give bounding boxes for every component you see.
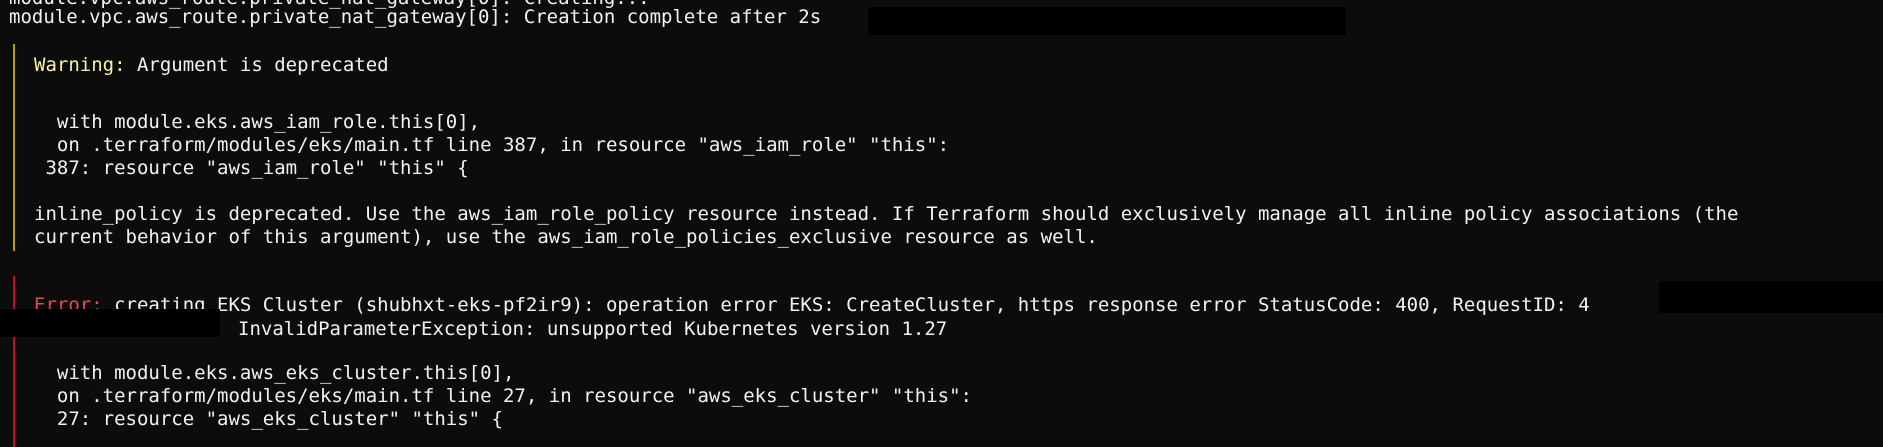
warning-title: Argument is deprecated [125,54,389,76]
error-code-line: 27: resource "aws_eks_cluster" "this" { [34,408,503,430]
warning-title-line: Warning: Argument is deprecated [34,54,389,77]
error-bar [13,276,15,447]
warning-detail-line-2: current behavior of this argument), use … [34,226,1098,248]
error-message-line-2: InvalidParameterException: unsupported K… [238,318,948,340]
warning-with-line: with module.eks.aws_iam_role.this[0], [34,111,481,133]
warning-label: Warning: [34,54,126,76]
log-line-creation-complete: module.vpc.aws_route.private_nat_gateway… [9,6,822,28]
warning-detail-line-1: inline_policy is deprecated. Use the aws… [34,203,1739,225]
warning-bar [13,44,15,251]
error-message-line: Error: creating EKS Cluster (shubhxt-eks… [34,294,1590,317]
error-with-line: with module.eks.aws_eks_cluster.this[0], [34,362,515,384]
warning-code-line: 387: resource "aws_iam_role" "this" { [34,157,469,179]
warning-on-line: on .terraform/modules/eks/main.tf line 3… [34,134,950,156]
error-on-line: on .terraform/modules/eks/main.tf line 2… [34,385,972,407]
error-message: creating EKS Cluster (shubhxt-eks-pf2ir9… [102,294,1590,316]
redacted-block [1659,281,1883,313]
redacted-block [0,309,220,337]
redacted-block [868,7,1346,35]
